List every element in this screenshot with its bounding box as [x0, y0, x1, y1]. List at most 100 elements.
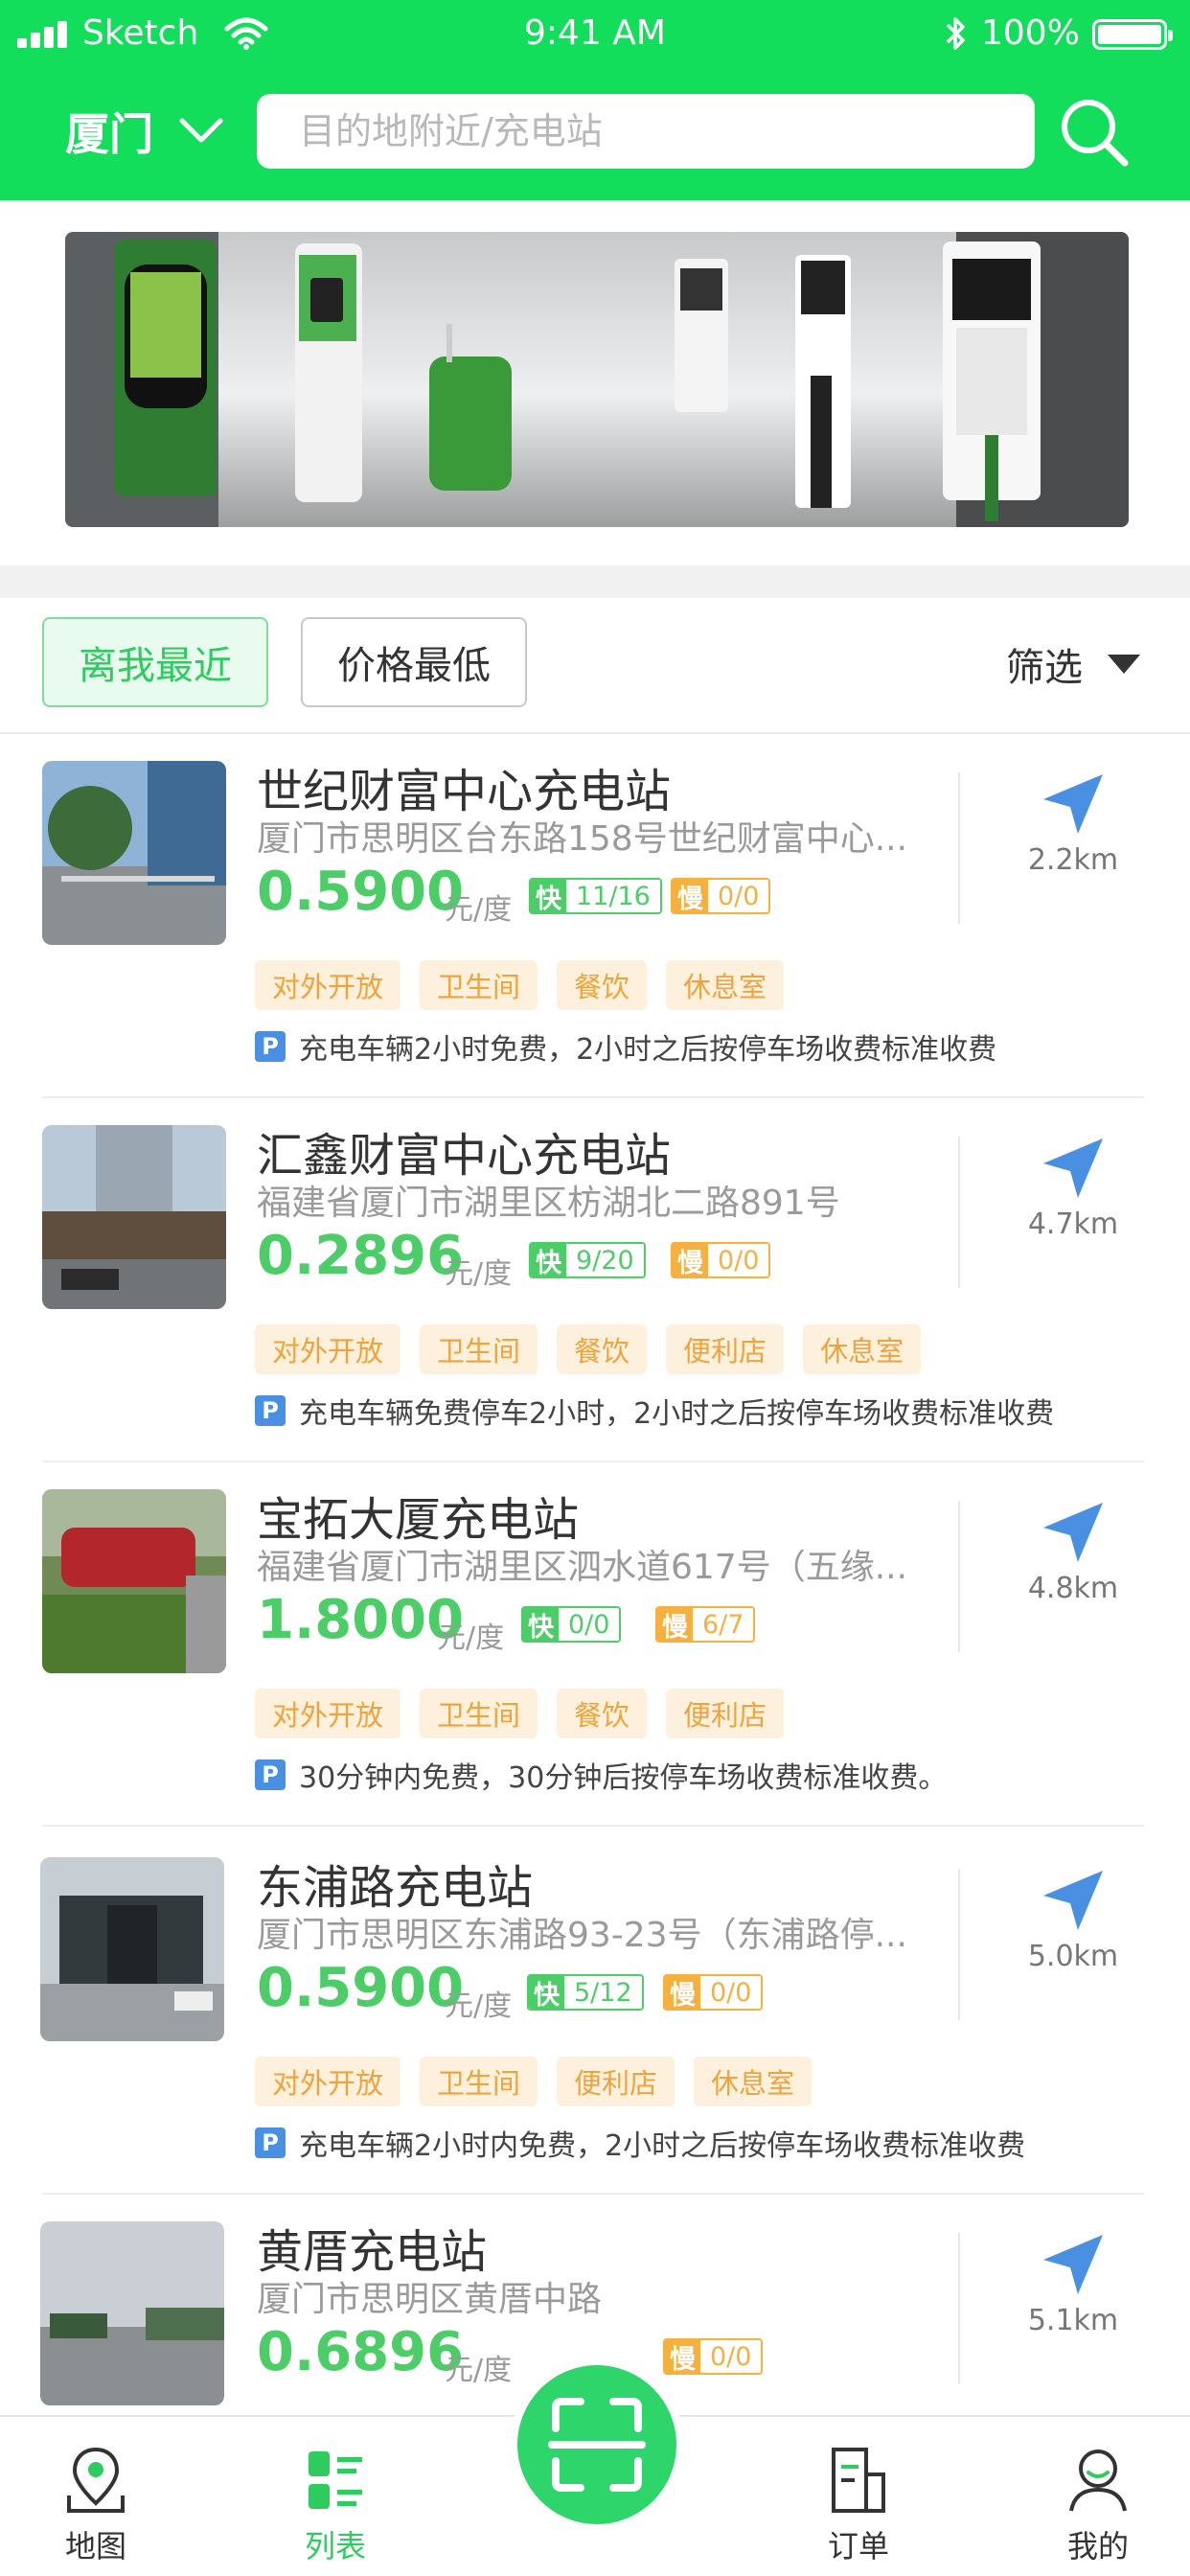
parking-text: 30分钟内免费，30分钟后按停车场收费标准收费。 — [299, 1761, 948, 1795]
tab-orders[interactable]: 订单 — [791, 2417, 926, 2576]
tag: 卫生间 — [420, 960, 538, 1010]
tag: 对外开放 — [255, 960, 401, 1010]
amenity-tags: 对外开放 卫生间 便利店 休息室 — [255, 2057, 812, 2106]
order-document-icon — [832, 2448, 885, 2513]
user-profile-icon — [1069, 2450, 1127, 2512]
navigate-arrow-icon[interactable] — [1040, 1867, 1107, 1934]
navigate-arrow-icon[interactable] — [1040, 770, 1107, 838]
map-pin-icon — [67, 2447, 125, 2513]
navigate-arrow-icon[interactable] — [1040, 2231, 1107, 2298]
tag: 便利店 — [666, 1324, 785, 1374]
slow-count: 0/0 — [700, 2340, 762, 2373]
search-box — [257, 94, 1035, 169]
sort-price-button[interactable]: 价格最低 — [301, 617, 527, 707]
price-unit: 元/度 — [445, 2354, 513, 2387]
tag: 休息室 — [666, 960, 785, 1010]
fast-charger-count: 快 5/12 — [527, 1974, 644, 2011]
battery-percent: 100% — [981, 13, 1080, 53]
tab-map-label: 地图 — [64, 2528, 126, 2564]
tag: 餐饮 — [557, 1324, 648, 1374]
tag: 休息室 — [803, 1324, 922, 1374]
slow-label: 慢 — [673, 880, 708, 912]
charger-banner-image — [65, 232, 1129, 527]
station-address: 厦门市思明区黄厝中路 — [257, 2280, 603, 2319]
station-address: 厦门市思明区台东路158号世纪财富中心... — [257, 819, 908, 859]
station-price: 0.5900 — [257, 861, 465, 923]
tab-list-label: 列表 — [304, 2528, 366, 2564]
fast-label: 快 — [531, 880, 566, 912]
divider — [958, 1137, 960, 1288]
station-item[interactable]: 汇鑫财富中心充电站 福建省厦门市湖里区枋湖北二路891号 0.2896 元/度 … — [0, 1098, 1190, 1462]
station-address: 厦门市思明区东浦路93-23号（东浦路停... — [257, 1916, 907, 1955]
parking-icon: P — [255, 1760, 286, 1790]
scan-button[interactable] — [517, 2365, 676, 2524]
navigate-arrow-icon[interactable] — [1040, 1135, 1107, 1202]
station-address: 福建省厦门市湖里区枋湖北二路891号 — [257, 1184, 840, 1223]
chevron-down-icon[interactable] — [178, 117, 224, 144]
search-input[interactable] — [257, 94, 1035, 169]
slow-count: 0/0 — [708, 880, 769, 912]
slow-label: 慢 — [673, 1244, 708, 1276]
tab-map[interactable]: 地图 — [29, 2417, 163, 2576]
parking-info: P 充电车辆2小时免费，2小时之后按停车场收费标准收费 — [255, 1025, 996, 1068]
tab-list[interactable]: 列表 — [268, 2417, 402, 2576]
tag: 餐饮 — [557, 1689, 648, 1738]
search-icon[interactable] — [1056, 94, 1133, 171]
fast-label: 快 — [529, 1976, 564, 2009]
fast-label: 快 — [523, 1608, 559, 1641]
sort-bar: 离我最近 价格最低 筛选 — [0, 598, 1190, 734]
fast-charger-count: 快 0/0 — [521, 1606, 622, 1643]
parking-info: P 充电车辆2小时内免费，2小时之后按停车场收费标准收费 — [255, 2122, 1025, 2164]
station-item[interactable]: 宝拓大厦充电站 福建省厦门市湖里区泗水道617号（五缘... 1.8000 元/… — [0, 1462, 1190, 1827]
station-photo — [42, 1125, 226, 1309]
tag: 卫生间 — [420, 1689, 538, 1738]
price-unit: 元/度 — [437, 1622, 505, 1655]
tab-mine[interactable]: 我的 — [1031, 2417, 1165, 2576]
slow-charger-count: 慢 0/0 — [671, 1242, 771, 1278]
promo-banner[interactable] — [65, 232, 1129, 527]
station-price: 1.8000 — [257, 1589, 465, 1651]
slow-label: 慢 — [657, 1608, 693, 1641]
bluetooth-icon — [946, 17, 965, 50]
slow-charger-count: 慢 0/0 — [663, 2338, 764, 2375]
slow-label: 慢 — [665, 1976, 700, 2009]
divider — [958, 1501, 960, 1652]
station-item[interactable]: 东浦路充电站 厦门市思明区东浦路93-23号（东浦路停... 0.5900 元/… — [0, 1830, 1190, 2195]
parking-info: P 30分钟内免费，30分钟后按停车场收费标准收费。 — [255, 1754, 947, 1796]
station-distance: 5.0km — [1027, 1940, 1119, 1973]
parking-info: P 充电车辆免费停车2小时，2小时之后按停车场收费标准收费 — [255, 1390, 1054, 1432]
station-distance: 4.7km — [1027, 1208, 1119, 1241]
navigate-arrow-icon[interactable] — [1040, 1499, 1107, 1566]
price-unit: 元/度 — [445, 1990, 513, 2023]
tab-orders-label: 订单 — [827, 2528, 889, 2564]
station-price: 0.2896 — [257, 1225, 465, 1287]
row-separator — [42, 1825, 1144, 1827]
filter-dropdown[interactable]: 筛选 — [1006, 636, 1140, 692]
amenity-tags: 对外开放 卫生间 餐饮 便利店 — [255, 1689, 785, 1738]
station-item[interactable]: 世纪财富中心充电站 厦门市思明区台东路158号世纪财富中心... 0.5900 … — [0, 734, 1190, 1098]
station-photo — [40, 1857, 224, 2041]
section-divider — [0, 565, 1190, 598]
slow-charger-count: 慢 0/0 — [671, 878, 771, 914]
fast-count: 0/0 — [559, 1608, 620, 1641]
slow-charger-count: 慢 0/0 — [663, 1974, 764, 2011]
tag: 便利店 — [666, 1689, 785, 1738]
tag: 对外开放 — [255, 1689, 401, 1738]
filter-label: 筛选 — [1006, 646, 1083, 690]
app-header: Sketch 9:41 AM 100% 厦门 — [0, 0, 1190, 200]
tag: 餐饮 — [557, 960, 648, 1010]
amenity-tags: 对外开放 卫生间 餐饮 休息室 — [255, 960, 785, 1010]
list-icon — [309, 2451, 362, 2509]
fast-count: 9/20 — [566, 1244, 644, 1276]
station-photo — [42, 761, 226, 945]
tab-mine-label: 我的 — [1066, 2528, 1129, 2564]
tag: 对外开放 — [255, 1324, 401, 1374]
tag: 卫生间 — [420, 2057, 538, 2106]
sort-nearest-button[interactable]: 离我最近 — [42, 617, 268, 707]
slow-count: 0/0 — [708, 1244, 769, 1276]
amenity-tags: 对外开放 卫生间 餐饮 便利店 休息室 — [255, 1324, 922, 1374]
city-selector[interactable]: 厦门 — [65, 100, 153, 163]
station-distance: 5.1km — [1027, 2304, 1119, 2337]
divider — [958, 2233, 960, 2384]
tag: 休息室 — [694, 2057, 812, 2106]
